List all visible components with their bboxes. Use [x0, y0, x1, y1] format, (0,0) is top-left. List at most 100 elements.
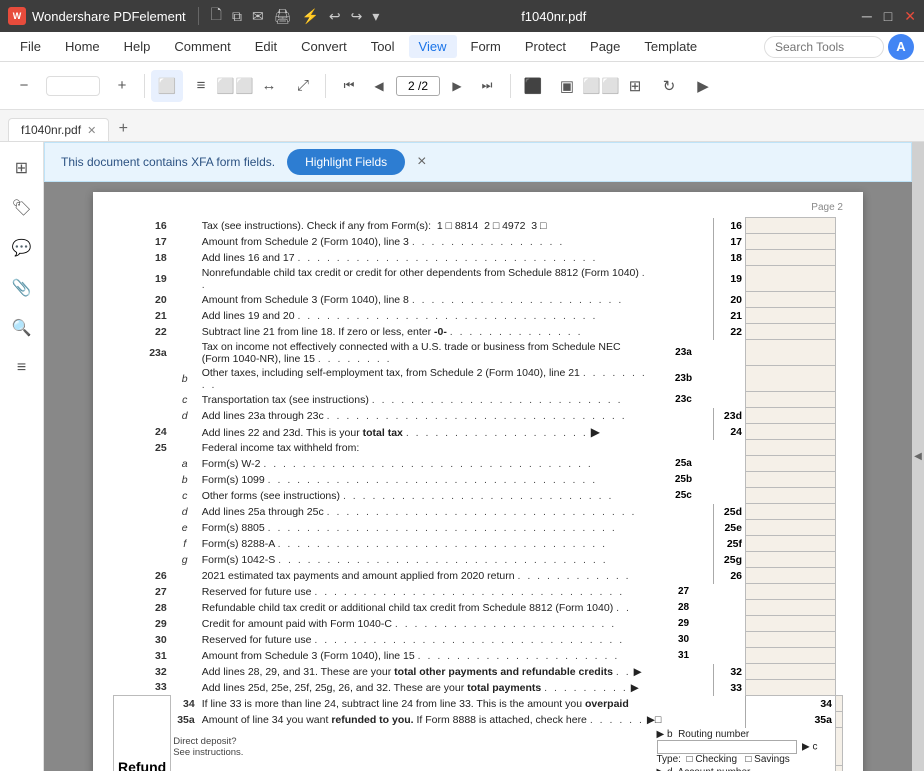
menu-help[interactable]: Help	[114, 35, 161, 58]
menu-view[interactable]: View	[409, 35, 457, 58]
search-input[interactable]	[764, 36, 884, 58]
continuous-page-btn[interactable]: ≡	[185, 70, 217, 102]
last-page-btn[interactable]: ⏭	[474, 73, 500, 99]
menu-form[interactable]: Form	[461, 35, 511, 58]
menu-tool[interactable]: Tool	[361, 35, 405, 58]
sidebar-icon: ▣	[560, 77, 574, 95]
minimize-button[interactable]: ─	[862, 8, 872, 25]
menu-home[interactable]: Home	[55, 35, 110, 58]
more-btn[interactable]: ▶	[687, 70, 719, 102]
table-row: 25 Federal income tax withheld from:	[114, 440, 843, 456]
table-row: b Other taxes, including self-employment…	[114, 366, 843, 392]
attachment-btn[interactable]: 📎	[4, 270, 40, 306]
fit-page-btn[interactable]: ⤢	[287, 70, 319, 102]
layers-icon: ≡	[17, 359, 26, 377]
table-row: c Other forms (see instructions) . . . .…	[114, 488, 843, 504]
menu-file[interactable]: File	[10, 35, 51, 58]
table-row: 26 2021 estimated tax payments and amoun…	[114, 568, 843, 584]
redo-icon[interactable]: ↪	[351, 8, 363, 25]
table-row: 30 Reserved for future use . . . . . . .…	[114, 632, 843, 648]
rotate-btn[interactable]: ↻	[653, 70, 685, 102]
menu-bar: File Home Help Comment Edit Convert Tool…	[0, 32, 924, 62]
zoom-input[interactable]: 101%	[53, 79, 93, 93]
table-row: d Add lines 25a through 25c . . . . . . …	[114, 504, 843, 520]
tab-f1040nr[interactable]: f1040nr.pdf ✕	[8, 118, 109, 141]
menu-edit[interactable]: Edit	[245, 35, 287, 58]
table-row: 32 Add lines 28, 29, and 31. These are y…	[114, 664, 843, 680]
xfa-close-button[interactable]: ×	[417, 153, 426, 171]
table-row: 22 Subtract line 21 from line 18. If zer…	[114, 324, 843, 340]
split-icon: ⬜⬜	[582, 77, 619, 95]
refund-row-account: ▶ d Account number	[114, 766, 843, 771]
title-bar-icons: 🗋 ⧉ ✉ 🖨 ⚡ ↩ ↪ ▾	[211, 4, 380, 28]
toolbar-sep-1	[144, 74, 145, 98]
table-row: 31 Amount from Schedule 3 (Form 1040), l…	[114, 648, 843, 664]
special-icon[interactable]: ⚡	[301, 8, 318, 25]
comment-btn[interactable]: 💬	[4, 230, 40, 266]
undo-icon[interactable]: ↩	[329, 8, 341, 25]
refund-row-35a: 35a Amount of line 34 you want refunded …	[114, 712, 843, 728]
restore-button[interactable]: □	[884, 8, 892, 25]
zoom-out-icon: −	[20, 77, 29, 94]
split-view-btn[interactable]: ⬜⬜	[585, 70, 617, 102]
next-page-btn[interactable]: ▶	[444, 73, 470, 99]
menu-template[interactable]: Template	[634, 35, 707, 58]
copy-icon[interactable]: ⧉	[232, 8, 242, 25]
search-btn[interactable]: 🔍	[4, 310, 40, 346]
grid-view-btn[interactable]: ⊞	[619, 70, 651, 102]
toolbar: − 101% + ⬜ ≡ ⬜⬜ ↔ ⤢ ⏮ ◀ ▶ ⏭ ⬛ ▣ ⬜⬜ ⊞ ↻	[0, 62, 924, 110]
xfa-message: This document contains XFA form fields.	[61, 155, 275, 169]
fit-page-icon: ⤢	[297, 77, 309, 94]
table-row: 23a Tax on income not effectively connec…	[114, 340, 843, 366]
table-row: g Form(s) 1042-S . . . . . . . . . . . .…	[114, 552, 843, 568]
table-row: 20 Amount from Schedule 3 (Form 1040), l…	[114, 292, 843, 308]
fit-width-btn[interactable]: ↔	[253, 70, 285, 102]
dropdown-icon[interactable]: ▾	[372, 8, 379, 25]
new-file-icon[interactable]: 🗋	[211, 4, 222, 28]
tab-bar: f1040nr.pdf ✕ +	[0, 110, 924, 142]
table-row: 21 Add lines 19 and 20 . . . . . . . . .…	[114, 308, 843, 324]
sidebar-toggle-btn[interactable]: ▣	[551, 70, 583, 102]
table-row: 17 Amount from Schedule 2 (Form 1040), l…	[114, 234, 843, 250]
table-row: 28 Refundable child tax credit or additi…	[114, 600, 843, 616]
rotate-icon: ↻	[663, 77, 676, 95]
tab-close[interactable]: ✕	[87, 124, 96, 137]
zoom-in-btn[interactable]: +	[106, 70, 138, 102]
bookmark-icon: 🏷	[11, 198, 31, 218]
table-row: 29 Credit for amount paid with Form 1040…	[114, 616, 843, 632]
two-page-btn[interactable]: ⬜⬜	[219, 70, 251, 102]
menu-page[interactable]: Page	[580, 35, 630, 58]
profile-avatar[interactable]: A	[888, 34, 914, 60]
thumbnail-btn[interactable]: ⊞	[4, 150, 40, 186]
menu-comment[interactable]: Comment	[164, 35, 240, 58]
single-page-btn[interactable]: ⬜	[151, 70, 183, 102]
print-icon[interactable]: 🖨	[274, 8, 292, 25]
page-navigation: ⏮ ◀ ▶ ⏭	[336, 73, 500, 99]
zoom-out-btn[interactable]: −	[8, 70, 40, 102]
continuous-page-icon: ≡	[197, 77, 206, 94]
layers-btn[interactable]: ≡	[4, 350, 40, 386]
first-page-btn[interactable]: ⏮	[336, 73, 362, 99]
highlight-fields-button[interactable]: Highlight Fields	[287, 149, 405, 175]
current-page-input[interactable]	[396, 76, 440, 96]
fit-width-icon: ↔	[262, 77, 277, 94]
table-row: d Add lines 23a through 23c . . . . . . …	[114, 408, 843, 424]
more-icon: ▶	[697, 77, 709, 95]
xfa-notification-bar: This document contains XFA form fields. …	[44, 142, 912, 182]
table-row: e Form(s) 8805 . . . . . . . . . . . . .…	[114, 520, 843, 536]
bookmark-btn[interactable]: 🏷	[4, 190, 40, 226]
highlight-btn[interactable]: ⬛	[517, 70, 549, 102]
refund-row-34: Refund 34 If line 33 is more than line 2…	[114, 696, 843, 712]
highlight-icon: ⬛	[524, 77, 543, 95]
close-button[interactable]: ✕	[904, 8, 916, 25]
table-row: 18 Add lines 16 and 17 . . . . . . . . .…	[114, 250, 843, 266]
menu-protect[interactable]: Protect	[515, 35, 576, 58]
add-tab-button[interactable]: +	[111, 117, 135, 141]
thumbnail-icon: ⊞	[15, 158, 28, 178]
right-panel-toggle[interactable]: ◀	[912, 142, 924, 771]
prev-page-btn[interactable]: ◀	[366, 73, 392, 99]
refund-label: Refund	[114, 696, 171, 771]
table-row: 27 Reserved for future use . . . . . . .…	[114, 584, 843, 600]
mail-icon[interactable]: ✉	[252, 8, 264, 25]
menu-convert[interactable]: Convert	[291, 35, 357, 58]
